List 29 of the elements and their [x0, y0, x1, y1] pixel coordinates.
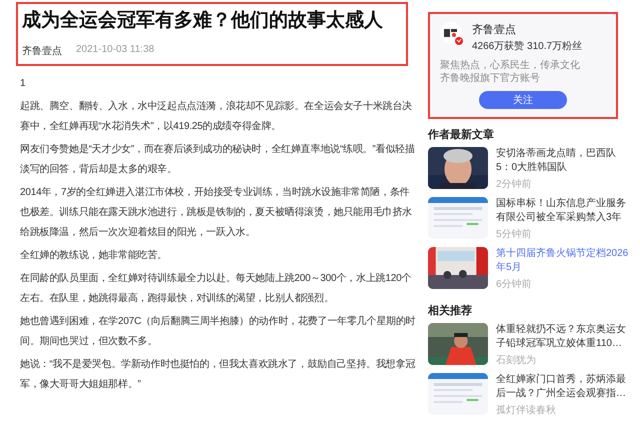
article-link[interactable]: 体重轻就扔不远？东京奥运女子铅球冠军巩立姣体重110… — [496, 323, 630, 351]
article-meta: 5分钟前 — [496, 228, 533, 241]
article-meta: 6分钟前 — [496, 278, 533, 291]
article-paragraph: 在同龄的队员里面，全红婵对待训练最全力以赴。每天她陆上跳200～300个，水上跳120个左右。在队里，她跳得最高，跑得最快，对训练的渴望，比别人都强烈。 — [20, 272, 412, 306]
author-description: 聚焦热点，心系民生，传承文化 — [440, 59, 581, 72]
section-heading: 相关推荐 — [428, 304, 473, 318]
article-link[interactable]: 全红婵家门口首秀，苏炳添最后一战？广州全运会观赛指… — [496, 373, 630, 401]
article-paragraph: 2014年，7岁的全红婵进入湛江市体校，开始接受专业训练，当时跳水设施非常简陋，条件也极差。训练只能在露天跳水池进行，跳板是铁制的，夏天被晒得滚烫，她只能用毛巾挤水给跳板降温，然后一次次迎着炫目的阳光，一跃入水。 — [20, 186, 414, 240]
article-paragraph: 网友们夸赞她是“天才少女”，而在赛后谈到成功的秘诀时，全红婵直率地说“练呗。”看似轻描淡写的回答，背后却是太多的艰辛。 — [20, 142, 416, 177]
article-paragraph: 1 — [20, 77, 26, 91]
article-link[interactable]: 安切洛蒂画龙点睛，巴西队5：0大胜韩国队 — [496, 147, 630, 175]
section-heading: 作者最新文章 — [428, 128, 495, 142]
publish-date: 2021-10-03 11:38 — [76, 44, 154, 57]
logo-icon — [440, 22, 464, 46]
follow-button[interactable]: 关注 — [479, 91, 567, 109]
article-link[interactable]: 第十四届齐鲁火锅节定档2026年5月 — [496, 247, 630, 275]
article-paragraph: 起跳、腾空、翻转、入水，水中泛起点点涟漪，浪花却不见踪影。在全运会女子十米跳台决赛中，全红婵再现“水花消失术”，以419.25的成绩夺得金牌。 — [20, 100, 414, 134]
article-meta: 孤灯伴读春秋 — [496, 404, 557, 417]
article-meta: 石刻犹为 — [496, 354, 537, 367]
article-paragraph: 全红婵的教练说，她非常能吃苦。 — [20, 248, 168, 263]
article-meta: 2分钟前 — [496, 178, 533, 191]
source-name[interactable]: 齐鲁壹点 — [22, 44, 62, 58]
author-name[interactable]: 齐鲁壹点 — [472, 22, 582, 37]
article-paragraph: 她说：“我不是爱哭包。学新动作时也挺怕的，但我太喜欢跳水了，鼓励自己坚持。我想拿冠军，像大哥哥大姐姐那样。” — [20, 358, 416, 392]
article-link[interactable]: 国标串标！山东信息产业服务有限公司被全军采购禁入3年 — [496, 197, 630, 225]
article-paragraph: 她也曾遇到困难，在学207C（向后翻腾三周半抱膝）的动作时，花费了一年零几个星期的时间。期间也哭过，但次数不多。 — [20, 314, 416, 349]
author-stats: 4266万获赞 310.7万粉丝 — [472, 40, 582, 53]
author-description: 齐鲁晚报旗下官方账号 — [440, 72, 541, 85]
article-title: 成为全运会冠军有多难？他们的故事太感人 — [22, 9, 384, 33]
